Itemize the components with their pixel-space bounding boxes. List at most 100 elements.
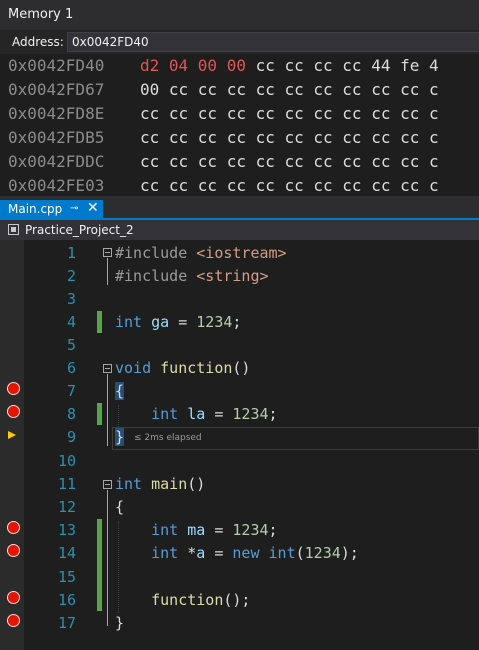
breakpoint-icon[interactable]	[7, 591, 20, 604]
line-number: 12	[57, 498, 76, 516]
memory-address: 0x0042FD67	[8, 80, 105, 99]
memory-bytes: d2 04 00 00 cc cc cc cc 44 fe 4	[140, 54, 439, 78]
keyword: int	[151, 521, 179, 539]
number-literal: 1234	[232, 405, 269, 423]
breakpoint-icon[interactable]	[7, 614, 20, 627]
number-literal: 1234	[196, 313, 233, 331]
breakpoint-icon[interactable]	[7, 544, 20, 557]
memory-bytes: cc cc cc cc cc cc cc cc cc cc c	[140, 176, 439, 195]
breakpoint-margin[interactable]	[0, 240, 24, 650]
preprocessor-directive: #include	[115, 267, 188, 285]
change-marker	[97, 311, 102, 333]
include-path: <iostream>	[196, 244, 287, 262]
number-literal: 1234	[232, 521, 269, 539]
collapse-icon[interactable]	[103, 480, 112, 489]
change-marker	[97, 403, 102, 425]
line-number: 13	[57, 521, 76, 539]
number-literal: 1234	[304, 544, 341, 562]
change-marker	[97, 519, 102, 611]
include-path: <string>	[196, 267, 269, 285]
line-number: 14	[57, 544, 76, 562]
memory-bytes: cc cc cc cc cc cc cc cc cc cc c	[140, 128, 439, 147]
memory-address: 0x0042FDDC	[8, 152, 105, 171]
code-line-7[interactable]: {	[115, 380, 125, 403]
code-line-13[interactable]: int ma = 1234;	[115, 519, 277, 542]
code-line-2[interactable]: #include <string>	[115, 265, 269, 288]
code-editor[interactable]: 1 2 3 4 5 6 7 8 9 10 11 12 13 14 15 16 1…	[0, 240, 479, 650]
line-number: 10	[57, 452, 76, 470]
code-line-1[interactable]: #include <iostream>	[115, 242, 287, 265]
code-line-12[interactable]: {	[115, 496, 124, 519]
memory-bytes: cc cc cc cc cc cc cc cc cc cc c	[140, 104, 439, 123]
identifier: ga	[151, 313, 170, 331]
code-line-16[interactable]: function();	[115, 589, 250, 612]
line-number: 4	[66, 313, 76, 331]
memory-bytes: 00 cc cc cc cc cc cc cc cc cc c	[140, 80, 439, 99]
preprocessor-directive: #include	[115, 244, 188, 262]
outline-line	[107, 258, 108, 285]
line-number: 1	[66, 244, 76, 262]
address-label: Address:	[12, 35, 64, 49]
identifier: ma	[187, 521, 206, 539]
line-number: 16	[57, 591, 76, 609]
function-name: function	[160, 359, 233, 377]
memory-address: 0x0042FD40	[8, 56, 105, 75]
keyword: int	[151, 405, 179, 423]
memory-bytes: cc cc cc cc cc cc cc cc cc cc c	[140, 152, 439, 171]
keyword: new	[232, 544, 260, 562]
collapse-icon[interactable]	[103, 248, 112, 257]
line-number: 7	[66, 382, 76, 400]
tab-label: Main.cpp	[8, 202, 63, 216]
memory-changed-bytes: d2 04 00 00	[140, 56, 246, 75]
close-icon[interactable]: ✕	[87, 199, 99, 217]
brace-match: {	[115, 382, 125, 400]
keyword: int	[151, 544, 179, 562]
memory-window-title: Memory 1	[0, 0, 479, 30]
memory-address: 0x0042FD8E	[8, 104, 105, 123]
keyword: int	[115, 475, 143, 493]
memory-address: 0x0042FE03	[8, 176, 105, 195]
code-line-11[interactable]: int main()	[115, 473, 205, 496]
memory-view[interactable]: 0x0042FD40 d2 04 00 00 cc cc cc cc 44 fe…	[0, 54, 479, 196]
instruction-pointer-icon[interactable]	[8, 431, 16, 439]
line-number: 6	[66, 359, 76, 377]
outline-line	[107, 490, 108, 626]
code-line-6[interactable]: void function()	[115, 357, 250, 380]
code-line-14[interactable]: int *a = new int(1234);	[115, 542, 359, 565]
keyword: int	[268, 544, 296, 562]
function-name: main	[151, 475, 188, 493]
code-line-4[interactable]: int ga = 1234;	[115, 311, 241, 334]
identifier: a	[196, 544, 206, 562]
keyword: void	[115, 359, 152, 377]
outline-line	[107, 374, 108, 446]
line-number: 8	[66, 405, 76, 423]
project-dropdown[interactable]: Practice_Project_2	[25, 220, 134, 240]
line-number: 5	[66, 336, 76, 354]
tab-main-cpp[interactable]: Main.cpp ⊸ ✕	[0, 200, 103, 218]
code-line-17[interactable]: }	[115, 612, 124, 635]
identifier: la	[187, 405, 206, 423]
breakpoint-icon[interactable]	[7, 382, 20, 395]
perf-tip[interactable]: ≤ 2ms elapsed	[134, 432, 202, 444]
code-line-9[interactable]: }	[115, 426, 125, 449]
code-line-8[interactable]: int la = 1234;	[115, 403, 277, 426]
collapse-icon[interactable]	[103, 364, 112, 373]
keyword: int	[115, 313, 143, 331]
editor-tab-strip: Main.cpp ⊸ ✕	[0, 200, 479, 220]
breakpoint-icon[interactable]	[7, 405, 20, 418]
address-bar: Address: 0x0042FD40	[0, 30, 479, 54]
address-input[interactable]: 0x0042FD40	[67, 32, 479, 52]
project-icon	[8, 224, 19, 235]
memory-bytes-rest: cc cc cc cc 44 fe 4	[245, 56, 439, 75]
line-number: 11	[57, 475, 76, 493]
line-number: 9	[66, 428, 76, 446]
pin-icon[interactable]: ⊸	[70, 200, 78, 218]
line-number: 15	[57, 568, 76, 586]
memory-address: 0x0042FDB5	[8, 128, 105, 147]
navigation-bar[interactable]: Practice_Project_2	[0, 220, 479, 240]
brace-match: }	[115, 428, 125, 446]
line-number: 2	[66, 267, 76, 285]
breakpoint-icon[interactable]	[7, 521, 20, 534]
function-call: function	[151, 591, 224, 609]
line-number: 17	[57, 614, 76, 632]
